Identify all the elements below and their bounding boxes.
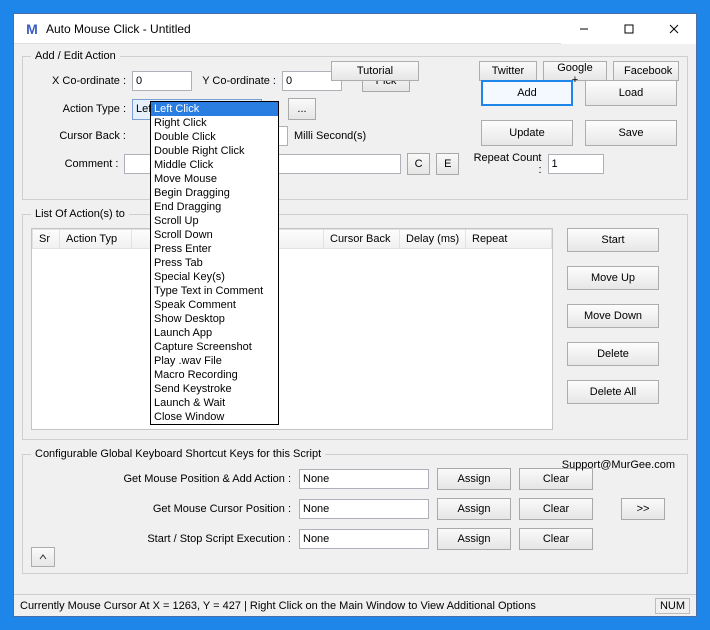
cursor-back-label: Cursor Back :: [31, 130, 126, 142]
delete-button[interactable]: Delete: [567, 342, 659, 366]
caret-up-button[interactable]: [31, 547, 55, 567]
dropdown-option[interactable]: Special Key(s): [151, 270, 278, 284]
numlock-indicator: NUM: [655, 598, 690, 614]
titlebar[interactable]: M Auto Mouse Click - Untitled: [14, 14, 696, 44]
shortcut-row: Start / Stop Script Execution : Assign Cle…: [31, 528, 679, 550]
x-coord-label: X Co-ordinate :: [31, 75, 126, 87]
dropdown-option[interactable]: Scroll Up: [151, 214, 278, 228]
action-listview[interactable]: Sr Action Typ Cursor Back Delay (ms) Rep…: [31, 228, 553, 430]
action-type-label: Action Type :: [31, 103, 126, 115]
group-legend: Configurable Global Keyboard Shortcut Ke…: [31, 448, 325, 460]
dropdown-option[interactable]: End Dragging: [151, 200, 278, 214]
maximize-button[interactable]: [606, 14, 651, 44]
app-icon: M: [22, 19, 42, 39]
shortcut-input[interactable]: [299, 499, 429, 519]
col-delay[interactable]: Delay (ms): [400, 229, 466, 249]
move-up-button[interactable]: Move Up: [567, 266, 659, 290]
dropdown-option[interactable]: Move Mouse: [151, 172, 278, 186]
top-links: Tutorial Twitter Google + Facebook: [331, 61, 679, 81]
dropdown-option[interactable]: Macro Recording: [151, 368, 278, 382]
delay-unit-label: Milli Second(s): [294, 130, 366, 142]
clear-button[interactable]: Clear: [519, 498, 593, 520]
dropdown-option[interactable]: Show Desktop: [151, 312, 278, 326]
dropdown-option[interactable]: Double Click: [151, 130, 278, 144]
more-button[interactable]: >>: [621, 498, 665, 520]
close-button[interactable]: [651, 14, 696, 44]
dropdown-option[interactable]: Scroll Down: [151, 228, 278, 242]
assign-button[interactable]: Assign: [437, 498, 511, 520]
shortcut-group: Configurable Global Keyboard Shortcut Ke…: [22, 448, 688, 574]
col-repeat[interactable]: Repeat: [466, 229, 552, 249]
action-list-group: List Of Action(s) to Sr Action Typ Curso…: [22, 208, 688, 440]
dropdown-option[interactable]: Play .wav File: [151, 354, 278, 368]
update-button[interactable]: Update: [481, 120, 573, 146]
dropdown-option[interactable]: Middle Click: [151, 158, 278, 172]
col-sr[interactable]: Sr: [32, 229, 60, 249]
dropdown-option[interactable]: Begin Dragging: [151, 186, 278, 200]
repeat-count-label: Repeat Count :: [473, 152, 541, 176]
twitter-button[interactable]: Twitter: [479, 61, 537, 81]
action-type-more-button[interactable]: ...: [288, 98, 316, 120]
assign-button[interactable]: Assign: [437, 528, 511, 550]
dropdown-option[interactable]: Capture Screenshot: [151, 340, 278, 354]
col-actiontype[interactable]: Action Typ: [60, 229, 132, 249]
listview-header: Sr Action Typ Cursor Back Delay (ms) Rep…: [32, 229, 552, 249]
tutorial-button[interactable]: Tutorial: [331, 61, 419, 81]
clear-button[interactable]: Clear: [519, 528, 593, 550]
c-button[interactable]: C: [407, 153, 430, 175]
dropdown-option[interactable]: Launch App: [151, 326, 278, 340]
dropdown-option[interactable]: Press Tab: [151, 256, 278, 270]
shortcut-label: Get Mouse Cursor Position :: [31, 503, 291, 515]
move-down-button[interactable]: Move Down: [567, 304, 659, 328]
shortcut-row: Get Mouse Position & Add Action : Assign C…: [31, 468, 679, 490]
comment-label: Comment :: [31, 158, 118, 170]
col-cursorback[interactable]: Cursor Back: [324, 229, 400, 249]
shortcut-input[interactable]: [299, 529, 429, 549]
delete-all-button[interactable]: Delete All: [567, 380, 659, 404]
shortcut-label: Get Mouse Position & Add Action :: [31, 473, 291, 485]
assign-button[interactable]: Assign: [437, 468, 511, 490]
dropdown-option[interactable]: Launch & Wait: [151, 396, 278, 410]
main-buttons: Add Load Update Save: [481, 80, 677, 146]
shortcut-row: Get Mouse Cursor Position : Assign Clear >>: [31, 498, 679, 520]
status-bar: Currently Mouse Cursor At X = 1263, Y = …: [14, 594, 696, 616]
add-edit-action-group: Add / Edit Action Tutorial Twitter Googl…: [22, 50, 688, 200]
action-type-dropdown[interactable]: Left ClickRight ClickDouble ClickDouble …: [150, 101, 279, 425]
dropdown-option[interactable]: Right Click: [151, 116, 278, 130]
dropdown-option[interactable]: Left Click: [151, 102, 278, 116]
dropdown-option[interactable]: Type Text in Comment: [151, 284, 278, 298]
dropdown-option[interactable]: Send Keystroke: [151, 382, 278, 396]
e-button[interactable]: E: [436, 153, 459, 175]
support-link[interactable]: Support@MurGee.com: [562, 459, 675, 471]
dropdown-option[interactable]: Speak Comment: [151, 298, 278, 312]
load-button[interactable]: Load: [585, 80, 677, 106]
app-window: M Auto Mouse Click - Untitled Add / Edit…: [13, 13, 697, 617]
start-button[interactable]: Start: [567, 228, 659, 252]
minimize-button[interactable]: [561, 14, 606, 44]
clear-button[interactable]: Clear: [519, 468, 593, 490]
window-title: Auto Mouse Click - Untitled: [46, 22, 191, 36]
facebook-button[interactable]: Facebook: [613, 61, 679, 81]
dropdown-option[interactable]: Press Enter: [151, 242, 278, 256]
save-button[interactable]: Save: [585, 120, 677, 146]
dropdown-option[interactable]: Close Window: [151, 410, 278, 424]
x-coord-input[interactable]: [132, 71, 192, 91]
status-text: Currently Mouse Cursor At X = 1263, Y = …: [20, 600, 536, 612]
y-coord-label: Y Co-ordinate :: [198, 75, 276, 87]
repeat-count-input[interactable]: [548, 154, 604, 174]
list-side-buttons: Start Move Up Move Down Delete Delete Al…: [567, 228, 659, 430]
add-button[interactable]: Add: [481, 80, 573, 106]
shortcut-input[interactable]: [299, 469, 429, 489]
client-area: Add / Edit Action Tutorial Twitter Googl…: [14, 44, 696, 594]
dropdown-option[interactable]: Double Right Click: [151, 144, 278, 158]
group-legend: Add / Edit Action: [31, 50, 120, 62]
group-legend: List Of Action(s) to: [31, 208, 129, 220]
shortcut-label: Start / Stop Script Execution :: [31, 533, 291, 545]
chevron-up-icon: [39, 553, 47, 561]
google-plus-button[interactable]: Google +: [543, 61, 607, 81]
